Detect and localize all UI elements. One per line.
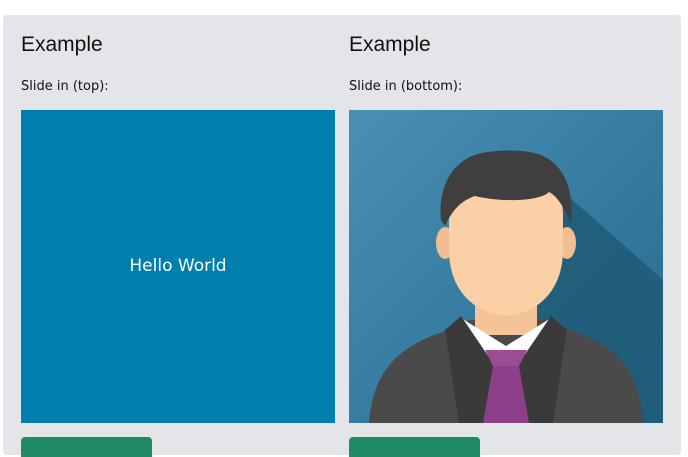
avatar-businessman-image [349, 110, 663, 423]
avatar-image-box[interactable] [349, 110, 663, 423]
example-label: Slide in (bottom): [349, 79, 463, 94]
hello-world-text: Hello World [129, 256, 227, 276]
hello-world-box[interactable]: Hello World [21, 110, 335, 423]
example-label: Slide in (top): [21, 79, 109, 94]
try-it-button[interactable] [349, 437, 480, 457]
try-it-button[interactable] [21, 437, 152, 457]
example-panel: Example Slide in (top): Hello World Exam… [3, 15, 681, 457]
example-heading: Example [21, 33, 103, 56]
example-heading: Example [349, 33, 431, 56]
